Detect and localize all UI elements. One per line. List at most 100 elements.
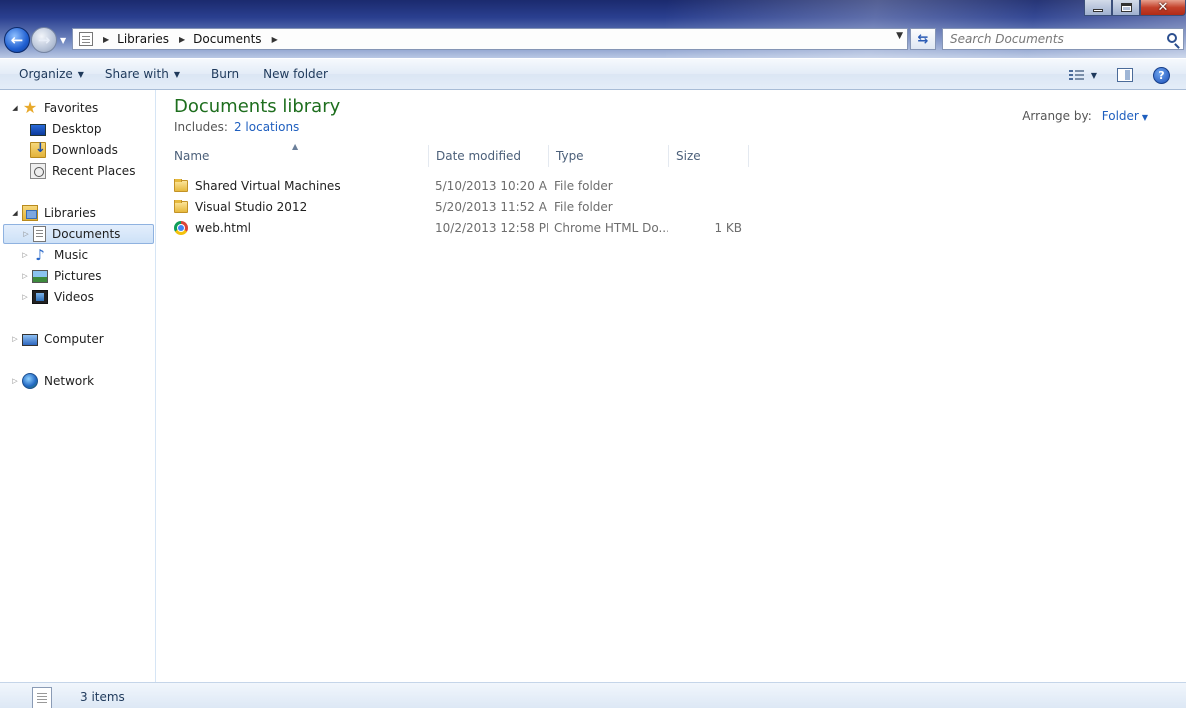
file-name-cell: Visual Studio 2012 bbox=[167, 199, 428, 214]
sidebar-item-label: Libraries bbox=[44, 206, 96, 220]
sort-ascending-icon: ▲ bbox=[292, 142, 299, 151]
sidebar-item-label: Computer bbox=[44, 332, 104, 346]
library-documents-icon bbox=[79, 32, 93, 46]
change-view-icon[interactable] bbox=[1068, 69, 1085, 81]
sidebar-item-label: Desktop bbox=[52, 122, 102, 136]
search-input[interactable] bbox=[950, 32, 1160, 46]
expanded-arrow-icon[interactable]: ◢ bbox=[10, 209, 20, 217]
chevron-down-icon[interactable]: ▼ bbox=[1142, 113, 1148, 122]
file-row[interactable]: web.html 10/2/2013 12:58 PM Chrome HTML … bbox=[167, 217, 742, 238]
file-type: Chrome HTML Do... bbox=[554, 220, 668, 235]
refresh-icon: ⇆ bbox=[917, 31, 929, 47]
column-header-label: Size bbox=[676, 149, 701, 163]
folder-icon bbox=[174, 178, 188, 192]
library-includes: Includes: 2 locations bbox=[174, 120, 299, 134]
sidebar-item-label: Pictures bbox=[54, 269, 102, 283]
minimize-icon bbox=[1093, 9, 1103, 12]
desktop-icon bbox=[30, 123, 46, 136]
minimize-button[interactable] bbox=[1084, 0, 1112, 16]
sidebar-item-label: Videos bbox=[54, 290, 94, 304]
arrange-by-dropdown[interactable]: Folder bbox=[1102, 109, 1139, 123]
pictures-icon bbox=[32, 270, 48, 283]
share-with-button[interactable]: Share with ▼ bbox=[96, 62, 189, 86]
organize-label: Organize bbox=[19, 67, 73, 81]
column-header-size[interactable]: Size bbox=[669, 145, 749, 167]
burn-label: Burn bbox=[210, 67, 240, 81]
maximize-button[interactable] bbox=[1112, 0, 1140, 16]
collapsed-arrow-icon[interactable]: ▷ bbox=[10, 335, 20, 343]
navigation-pane: ◢ ★ Favorites Desktop Downloads Recent P… bbox=[0, 90, 156, 682]
file-row[interactable]: Shared Virtual Machines 5/10/2013 10:20 … bbox=[167, 175, 742, 196]
collapsed-arrow-icon[interactable]: ▷ bbox=[20, 251, 30, 259]
address-bar[interactable]: ▶ Libraries ▶ Documents ▶ ▼ bbox=[72, 28, 908, 50]
file-row[interactable]: Visual Studio 2012 5/20/2013 11:52 AM Fi… bbox=[167, 196, 742, 217]
back-button[interactable]: ← bbox=[4, 27, 30, 53]
sidebar-item-network[interactable]: ▷ Network bbox=[10, 371, 94, 391]
preview-pane-icon[interactable] bbox=[1117, 68, 1133, 82]
recent-pages-dropdown[interactable]: ▼ bbox=[60, 36, 66, 45]
file-name-cell: Shared Virtual Machines bbox=[167, 178, 428, 193]
close-button[interactable]: ✕ bbox=[1140, 0, 1186, 16]
search-icon[interactable] bbox=[1167, 33, 1177, 43]
star-icon: ★ bbox=[22, 98, 38, 117]
chevron-down-icon: ▼ bbox=[173, 69, 180, 79]
column-header-label: Type bbox=[556, 149, 584, 163]
breadcrumb-arrow-icon[interactable]: ▶ bbox=[272, 35, 278, 44]
file-date: 10/2/2013 12:58 PM bbox=[435, 220, 548, 235]
sidebar-item-favorites[interactable]: ◢ ★ Favorites bbox=[10, 98, 98, 118]
sidebar-item-videos[interactable]: ▷ Videos bbox=[20, 287, 94, 307]
new-folder-button[interactable]: New folder bbox=[254, 62, 337, 86]
item-count: 3 items bbox=[80, 690, 125, 704]
locations-link[interactable]: 2 locations bbox=[234, 120, 299, 134]
collapsed-arrow-icon[interactable]: ▷ bbox=[20, 272, 30, 280]
sidebar-item-libraries[interactable]: ◢ Libraries bbox=[10, 203, 96, 223]
back-arrow-icon: ← bbox=[10, 31, 24, 49]
refresh-button[interactable]: ⇆ bbox=[910, 28, 936, 50]
column-header-label: Date modified bbox=[436, 149, 522, 163]
sidebar-item-music[interactable]: ▷ ♪ Music bbox=[20, 245, 88, 265]
file-name: Shared Virtual Machines bbox=[195, 178, 341, 193]
file-name-cell: web.html bbox=[167, 220, 428, 235]
breadcrumb-libraries[interactable]: Libraries bbox=[117, 32, 169, 46]
collapsed-arrow-icon[interactable]: ▷ bbox=[21, 230, 31, 238]
arrange-by: Arrange by: Folder ▼ bbox=[1022, 109, 1148, 123]
column-header-name[interactable]: Name ▲ bbox=[167, 142, 429, 167]
music-icon: ♪ bbox=[35, 246, 45, 264]
breadcrumb-arrow-icon[interactable]: ▶ bbox=[179, 35, 185, 44]
file-name: Visual Studio 2012 bbox=[195, 199, 308, 214]
breadcrumb-arrow-icon[interactable]: ▶ bbox=[103, 35, 109, 44]
maximize-icon bbox=[1120, 3, 1132, 12]
network-icon bbox=[22, 373, 38, 389]
sidebar-item-label: Favorites bbox=[44, 101, 99, 115]
sidebar-item-downloads[interactable]: Downloads bbox=[30, 140, 118, 160]
breadcrumb-documents[interactable]: Documents bbox=[193, 32, 261, 46]
column-header-date-modified[interactable]: Date modified bbox=[429, 145, 549, 167]
sidebar-item-computer[interactable]: ▷ Computer bbox=[10, 329, 104, 349]
sidebar-item-label: Documents bbox=[52, 227, 121, 241]
forward-arrow-icon: → bbox=[37, 31, 51, 49]
burn-button[interactable]: Burn bbox=[202, 62, 248, 86]
chrome-icon bbox=[174, 220, 188, 235]
share-with-label: Share with bbox=[104, 67, 169, 81]
view-options-dropdown[interactable]: ▼ bbox=[1091, 71, 1097, 80]
folder-icon bbox=[174, 199, 188, 213]
organize-button[interactable]: Organize ▼ bbox=[10, 62, 93, 86]
column-header-type[interactable]: Type bbox=[549, 145, 669, 167]
address-history-dropdown[interactable]: ▼ bbox=[896, 31, 903, 41]
file-type: File folder bbox=[554, 178, 613, 193]
sidebar-item-recent-places[interactable]: Recent Places bbox=[30, 161, 135, 181]
sidebar-item-label: Downloads bbox=[52, 143, 118, 157]
column-header-label: Name bbox=[174, 149, 210, 163]
sidebar-item-label: Recent Places bbox=[52, 164, 136, 178]
file-list-pane: Documents library Includes: 2 locations A… bbox=[157, 90, 1186, 682]
expanded-arrow-icon[interactable]: ◢ bbox=[10, 104, 20, 112]
collapsed-arrow-icon[interactable]: ▷ bbox=[20, 293, 30, 301]
forward-button[interactable]: → bbox=[31, 27, 57, 53]
sidebar-item-desktop[interactable]: Desktop bbox=[30, 119, 102, 139]
collapsed-arrow-icon[interactable]: ▷ bbox=[10, 377, 20, 385]
search-box[interactable] bbox=[942, 28, 1184, 50]
help-icon[interactable]: ? bbox=[1153, 66, 1170, 84]
sidebar-item-documents[interactable]: ▷ Documents bbox=[3, 224, 154, 244]
close-icon: ✕ bbox=[1157, 0, 1169, 15]
sidebar-item-pictures[interactable]: ▷ Pictures bbox=[20, 266, 102, 286]
